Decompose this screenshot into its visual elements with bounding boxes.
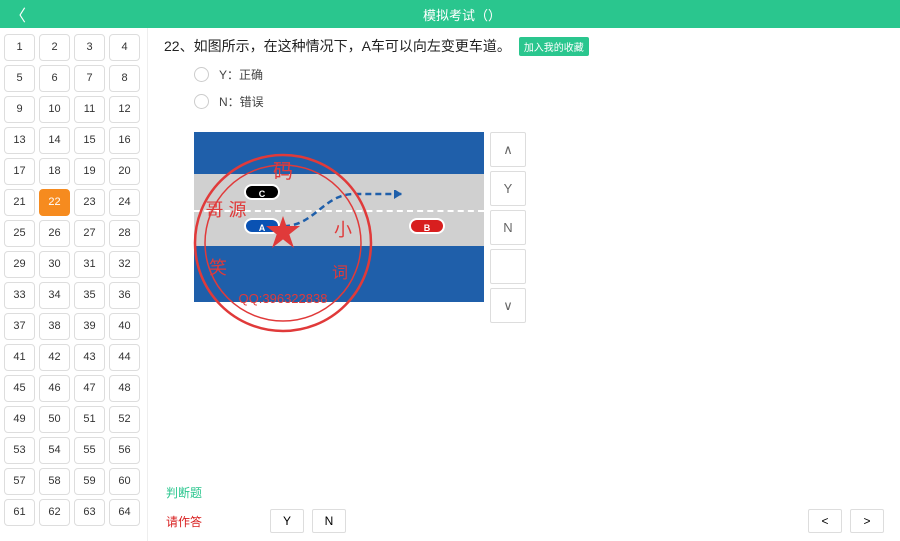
- question-nav-51[interactable]: 51: [74, 406, 105, 433]
- question-nav-1[interactable]: 1: [4, 34, 35, 61]
- question-nav-50[interactable]: 50: [39, 406, 70, 433]
- scroll-up-button[interactable]: ∧: [490, 132, 526, 167]
- radio-icon: [194, 67, 209, 82]
- question-text: 22、如图所示，在这种情况下，A车可以向左变更车道。 加入我的收藏: [164, 36, 884, 56]
- question-nav-7[interactable]: 7: [74, 65, 105, 92]
- question-nav-33[interactable]: 33: [4, 282, 35, 309]
- scroll-down-button[interactable]: ∨: [490, 288, 526, 323]
- radio-icon: [194, 94, 209, 109]
- bottom-y-button[interactable]: Y: [270, 509, 304, 533]
- question-nav-46[interactable]: 46: [39, 375, 70, 402]
- question-nav-13[interactable]: 13: [4, 127, 35, 154]
- back-icon[interactable]: 〈: [10, 2, 26, 26]
- question-nav-9[interactable]: 9: [4, 96, 35, 123]
- question-nav-30[interactable]: 30: [39, 251, 70, 278]
- question-nav-24[interactable]: 24: [109, 189, 140, 216]
- question-content: 22、如图所示，在这种情况下，A车可以向左变更车道。 加入我的收藏 Y：正确 N…: [148, 28, 900, 541]
- question-nav-56[interactable]: 56: [109, 437, 140, 464]
- question-body: 如图所示，在这种情况下，A车可以向左变更车道。: [194, 38, 511, 54]
- question-nav-16[interactable]: 16: [109, 127, 140, 154]
- question-nav-61[interactable]: 61: [4, 499, 35, 526]
- question-nav-57[interactable]: 57: [4, 468, 35, 495]
- bottom-n-button[interactable]: N: [312, 509, 346, 533]
- question-nav-35[interactable]: 35: [74, 282, 105, 309]
- question-nav-10[interactable]: 10: [39, 96, 70, 123]
- question-nav-17[interactable]: 17: [4, 158, 35, 185]
- control-column: ∧ Y N ∨: [490, 132, 526, 323]
- question-nav-26[interactable]: 26: [39, 220, 70, 247]
- question-nav-52[interactable]: 52: [109, 406, 140, 433]
- add-favorite-button[interactable]: 加入我的收藏: [519, 37, 589, 56]
- question-nav-31[interactable]: 31: [74, 251, 105, 278]
- question-nav-12[interactable]: 12: [109, 96, 140, 123]
- question-nav-37[interactable]: 37: [4, 313, 35, 340]
- bottom-bar: 请作答 Y N < >: [164, 507, 884, 533]
- answer-prompt: 请作答: [166, 513, 202, 530]
- question-nav-32[interactable]: 32: [109, 251, 140, 278]
- car-b: B: [409, 218, 445, 234]
- question-nav-60[interactable]: 60: [109, 468, 140, 495]
- option-y-label: Y：正确: [219, 66, 263, 83]
- question-nav-19[interactable]: 19: [74, 158, 105, 185]
- car-a: A: [244, 218, 280, 234]
- question-nav-59[interactable]: 59: [74, 468, 105, 495]
- question-nav-45[interactable]: 45: [4, 375, 35, 402]
- question-nav-39[interactable]: 39: [74, 313, 105, 340]
- question-nav-21[interactable]: 21: [4, 189, 35, 216]
- question-nav-3[interactable]: 3: [74, 34, 105, 61]
- question-nav-58[interactable]: 58: [39, 468, 70, 495]
- question-grid-sidebar: 1234567891011121314151617181920212223242…: [0, 28, 148, 541]
- question-nav-20[interactable]: 20: [109, 158, 140, 185]
- question-nav-49[interactable]: 49: [4, 406, 35, 433]
- question-nav-63[interactable]: 63: [74, 499, 105, 526]
- question-nav-2[interactable]: 2: [39, 34, 70, 61]
- question-nav-44[interactable]: 44: [109, 344, 140, 371]
- question-nav-34[interactable]: 34: [39, 282, 70, 309]
- arrow-icon: [284, 190, 414, 230]
- option-y[interactable]: Y：正确: [194, 66, 884, 83]
- question-nav-55[interactable]: 55: [74, 437, 105, 464]
- blank-button[interactable]: [490, 249, 526, 284]
- page-title: 模拟考试（）: [34, 5, 890, 24]
- question-nav-15[interactable]: 15: [74, 127, 105, 154]
- question-nav-64[interactable]: 64: [109, 499, 140, 526]
- question-nav-11[interactable]: 11: [74, 96, 105, 123]
- option-n-label: N：错误: [219, 93, 264, 110]
- question-nav-36[interactable]: 36: [109, 282, 140, 309]
- question-nav-14[interactable]: 14: [39, 127, 70, 154]
- question-nav-25[interactable]: 25: [4, 220, 35, 247]
- question-nav-5[interactable]: 5: [4, 65, 35, 92]
- question-nav-43[interactable]: 43: [74, 344, 105, 371]
- prev-button[interactable]: <: [808, 509, 842, 533]
- question-nav-42[interactable]: 42: [39, 344, 70, 371]
- next-button[interactable]: >: [850, 509, 884, 533]
- question-image: C A B: [194, 132, 484, 302]
- question-nav-38[interactable]: 38: [39, 313, 70, 340]
- answer-y-button[interactable]: Y: [490, 171, 526, 206]
- question-nav-48[interactable]: 48: [109, 375, 140, 402]
- answer-n-button[interactable]: N: [490, 210, 526, 245]
- question-nav-62[interactable]: 62: [39, 499, 70, 526]
- question-nav-28[interactable]: 28: [109, 220, 140, 247]
- question-number: 22、: [164, 38, 194, 54]
- question-nav-6[interactable]: 6: [39, 65, 70, 92]
- option-n[interactable]: N：错误: [194, 93, 884, 110]
- question-nav-47[interactable]: 47: [74, 375, 105, 402]
- question-type-label: 判断题: [166, 484, 884, 501]
- question-nav-22[interactable]: 22: [39, 189, 70, 216]
- car-c: C: [244, 184, 280, 200]
- question-nav-53[interactable]: 53: [4, 437, 35, 464]
- question-nav-4[interactable]: 4: [109, 34, 140, 61]
- question-nav-41[interactable]: 41: [4, 344, 35, 371]
- question-nav-18[interactable]: 18: [39, 158, 70, 185]
- question-nav-23[interactable]: 23: [74, 189, 105, 216]
- question-nav-29[interactable]: 29: [4, 251, 35, 278]
- question-nav-54[interactable]: 54: [39, 437, 70, 464]
- question-nav-27[interactable]: 27: [74, 220, 105, 247]
- question-nav-8[interactable]: 8: [109, 65, 140, 92]
- question-nav-40[interactable]: 40: [109, 313, 140, 340]
